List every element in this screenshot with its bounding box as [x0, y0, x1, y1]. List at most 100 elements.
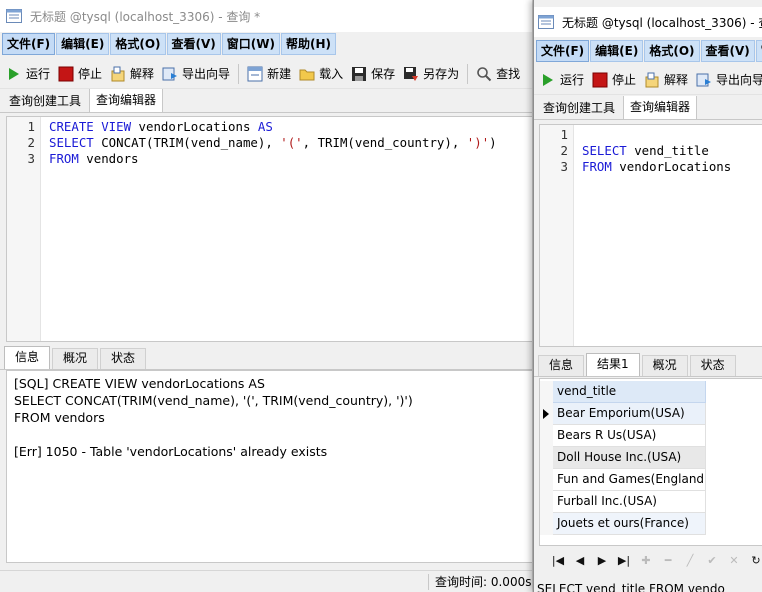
- menu-edit[interactable]: 编辑(E): [590, 40, 644, 62]
- menu-edit[interactable]: 编辑(E): [56, 33, 110, 55]
- menu-view[interactable]: 查看(V): [166, 33, 221, 55]
- new-button[interactable]: 新建: [247, 62, 291, 86]
- export-wizard-button[interactable]: 导出向导: [162, 62, 230, 86]
- menu-help[interactable]: 帮助(H): [281, 33, 337, 55]
- find-button[interactable]: 查找: [476, 62, 520, 86]
- tab-message[interactable]: 信息: [538, 355, 585, 376]
- code-text[interactable]: FROM vendorLocations: [568, 159, 731, 175]
- table-cell[interactable]: Furball Inc.(USA): [553, 491, 706, 513]
- last-record-icon[interactable]: ▶|: [613, 554, 635, 567]
- save-as-button[interactable]: 另存为: [403, 62, 459, 86]
- toolbar: 运行 停止 解释 导出向导: [534, 65, 762, 95]
- tab-status[interactable]: 状态: [100, 348, 147, 369]
- table-row[interactable]: Jouets et ours(France): [540, 513, 706, 535]
- apply-changes-icon[interactable]: ✔: [701, 554, 723, 567]
- record-navigation-bar: |◀ ◀ ▶ ▶| ✚ ━ ╱ ✔ ✕ ↻: [539, 547, 762, 573]
- menu-window[interactable]: 窗口: [755, 40, 762, 62]
- previous-record-icon[interactable]: ◀: [569, 554, 591, 567]
- row-indicator: [540, 403, 553, 425]
- code-text[interactable]: [568, 127, 582, 143]
- window-title: 无标题 @tysql (localhost_3306) - 查询: [562, 15, 762, 30]
- tab-query-builder[interactable]: 查询创建工具: [536, 97, 622, 119]
- export-icon: [696, 72, 712, 88]
- query-tabs: 查询创建工具 查询编辑器: [0, 89, 532, 113]
- menu-format[interactable]: 格式(O): [110, 33, 166, 55]
- tab-query-editor[interactable]: 查询编辑器: [623, 96, 698, 119]
- tab-status[interactable]: 状态: [689, 355, 736, 376]
- table-row[interactable]: Fun and Games(England): [540, 469, 706, 491]
- add-record-icon[interactable]: ✚: [635, 554, 657, 567]
- code-text[interactable]: SELECT vend_title: [568, 143, 709, 159]
- sql-code[interactable]: 1 CREATE VIEW vendorLocations AS 2 SELECT C…: [7, 119, 532, 167]
- tab-query-editor[interactable]: 查询编辑器: [89, 89, 164, 112]
- table-cell[interactable]: Fun and Games(England): [553, 469, 706, 491]
- row-indicator: [540, 491, 553, 513]
- code-line[interactable]: 3 FROM vendorLocations: [540, 159, 762, 175]
- delete-record-icon[interactable]: ━: [657, 554, 679, 567]
- discard-changes-icon[interactable]: ✕: [723, 554, 745, 567]
- code-line[interactable]: 1 CREATE VIEW vendorLocations AS: [7, 119, 532, 135]
- tab-profile[interactable]: 概况: [641, 355, 688, 376]
- error-message: [Err] 1050 - Table 'vendorLocations' alr…: [14, 444, 328, 459]
- export-wizard-button[interactable]: 导出向导: [696, 68, 762, 92]
- code-text[interactable]: SELECT CONCAT(TRIM(vend_name), '(', TRIM…: [35, 135, 497, 151]
- save-icon: [351, 66, 367, 82]
- code-line[interactable]: 2 SELECT vend_title: [540, 143, 762, 159]
- tab-result-1[interactable]: 结果1: [586, 353, 640, 376]
- line-number: 1: [27, 119, 35, 134]
- code-text[interactable]: CREATE VIEW vendorLocations AS: [35, 119, 273, 135]
- table-row[interactable]: Furball Inc.(USA): [540, 491, 706, 513]
- query-tabs: 查询创建工具 查询编辑器: [534, 96, 762, 120]
- export-icon: [162, 66, 178, 82]
- table-row[interactable]: Doll House Inc.(USA): [540, 447, 706, 469]
- next-record-icon[interactable]: ▶: [591, 554, 613, 567]
- sql-code[interactable]: 1 2 SELECT vend_title 3 FROM vendorLocations: [540, 127, 762, 175]
- folder-icon: [299, 66, 315, 82]
- explain-button[interactable]: 解释: [110, 62, 154, 86]
- run-button[interactable]: 运行: [540, 68, 584, 92]
- table-cell[interactable]: Doll House Inc.(USA): [553, 447, 706, 469]
- tab-profile[interactable]: 概况: [52, 348, 99, 369]
- menu-window[interactable]: 窗口(W): [221, 33, 280, 55]
- table-row[interactable]: Bear Emporium(USA): [540, 403, 706, 425]
- table-cell[interactable]: Bears R Us(USA): [553, 425, 706, 447]
- edit-record-icon[interactable]: ╱: [679, 554, 701, 567]
- title-bar[interactable]: 无标题 @tysql (localhost_3306) - 查询: [534, 7, 762, 37]
- save-button[interactable]: 保存: [351, 62, 395, 86]
- stop-button[interactable]: 停止: [592, 68, 636, 92]
- result-grid[interactable]: vend_title Bear Emporium(USA) Bears R Us…: [539, 378, 762, 546]
- first-record-icon[interactable]: |◀: [547, 554, 569, 567]
- tab-message[interactable]: 信息: [4, 346, 51, 369]
- sql-editor[interactable]: 1 CREATE VIEW vendorLocations AS 2 SELECT C…: [6, 116, 532, 342]
- message-line: FROM vendors: [14, 410, 105, 425]
- query-window-second: 无标题 @tysql (localhost_3306) - 查询 文件(F) 编…: [533, 0, 762, 592]
- code-line[interactable]: 1: [540, 127, 762, 143]
- code-line[interactable]: 3 FROM vendors: [7, 151, 532, 167]
- stop-icon: [58, 66, 74, 82]
- code-line[interactable]: 2 SELECT CONCAT(TRIM(vend_name), '(', TRI…: [7, 135, 532, 151]
- menu-view[interactable]: 查看(V): [700, 40, 755, 62]
- refresh-icon[interactable]: ↻: [745, 554, 762, 567]
- search-icon: [476, 66, 492, 82]
- table-cell[interactable]: Jouets et ours(France): [553, 513, 706, 535]
- menu-file[interactable]: 文件(F): [2, 33, 56, 55]
- sql-editor[interactable]: 1 2 SELECT vend_title 3 FROM vendorLocations: [539, 124, 762, 347]
- tab-query-builder[interactable]: 查询创建工具: [2, 90, 88, 112]
- title-bar[interactable]: 无标题 @tysql (localhost_3306) - 查询 *: [0, 0, 532, 32]
- load-button[interactable]: 载入: [299, 62, 343, 86]
- message-line: SELECT CONCAT(TRIM(vend_name), '(', TRIM…: [14, 393, 413, 408]
- message-pane: [SQL] CREATE VIEW vendorLocations AS SEL…: [6, 370, 532, 563]
- table-cell[interactable]: Bear Emporium(USA): [553, 403, 706, 425]
- table-row[interactable]: Bears R Us(USA): [540, 425, 706, 447]
- status-sql-text: SELECT vend_title FROM vendo: [537, 582, 725, 592]
- row-indicator: [540, 447, 553, 469]
- code-text[interactable]: FROM vendors: [35, 151, 139, 167]
- run-button[interactable]: 运行: [6, 62, 50, 86]
- column-header[interactable]: vend_title: [553, 381, 706, 403]
- row-indicator: [540, 425, 553, 447]
- menu-file[interactable]: 文件(F): [536, 40, 590, 62]
- menu-format[interactable]: 格式(O): [644, 40, 700, 62]
- new-query-icon: [247, 66, 263, 82]
- explain-button[interactable]: 解释: [644, 68, 688, 92]
- stop-button[interactable]: 停止: [58, 62, 102, 86]
